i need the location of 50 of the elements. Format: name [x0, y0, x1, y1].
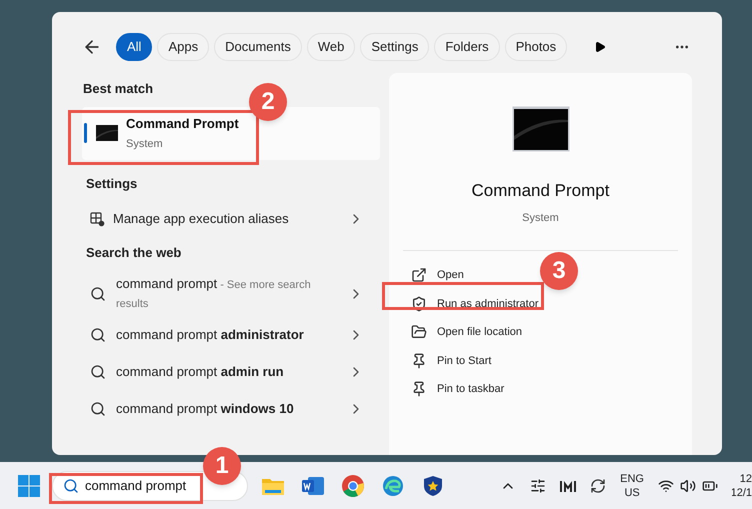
- browser-icon[interactable]: [342, 474, 364, 496]
- open-external-icon: [411, 267, 427, 284]
- action-item[interactable]: Open: [411, 261, 464, 290]
- app-settings-icon: [90, 212, 105, 226]
- section-heading: Search the web: [86, 244, 182, 262]
- folder-icon: [411, 324, 427, 340]
- wifi-icon[interactable]: [658, 478, 674, 494]
- result-subtitle: System: [126, 136, 164, 152]
- shield-icon: [411, 296, 427, 312]
- filter-tab[interactable]: Folders: [434, 33, 500, 61]
- action-item[interactable]: Pin to taskbar: [411, 375, 504, 404]
- play-icon[interactable]: [594, 41, 606, 53]
- search-icon: [63, 478, 79, 494]
- app-title: Command Prompt: [472, 180, 610, 202]
- filter-tab[interactable]: All: [116, 33, 152, 61]
- action-item[interactable]: Open file location: [411, 318, 522, 346]
- action-item[interactable]: Run as administrator: [411, 290, 538, 318]
- filter-tab[interactable]: Web: [306, 33, 356, 61]
- terminal-icon: [96, 125, 118, 141]
- selection-indicator: [84, 122, 87, 142]
- language-indicator[interactable]: ENG US: [620, 472, 644, 500]
- search-icon: [90, 327, 106, 343]
- web-search-item[interactable]: command prompt - See more search results: [82, 270, 380, 316]
- app-subtitle: System: [522, 210, 559, 226]
- search-icon: [90, 286, 106, 302]
- windows-logo-icon[interactable]: [18, 474, 40, 496]
- action-item[interactable]: Pin to Start: [411, 346, 492, 375]
- result-title: Command Prompt: [126, 115, 239, 133]
- sync-icon[interactable]: [590, 478, 606, 494]
- filter-tab[interactable]: Apps: [157, 33, 210, 61]
- settings-item[interactable]: Manage app execution aliases: [82, 201, 380, 237]
- document-app-icon[interactable]: [302, 476, 324, 496]
- filter-tab[interactable]: Documents: [214, 33, 302, 61]
- web-search-item[interactable]: command prompt windows 10: [82, 390, 380, 428]
- section-heading: Best match: [83, 80, 154, 98]
- volume-icon[interactable]: [680, 478, 696, 494]
- terminal-icon: [512, 106, 570, 152]
- web-search-item[interactable]: command prompt administrator: [82, 316, 380, 354]
- filter-tab[interactable]: Photos: [504, 33, 568, 61]
- search-icon: [90, 401, 106, 417]
- shield-star-icon[interactable]: [422, 474, 444, 496]
- filter-tab[interactable]: Settings: [360, 33, 430, 61]
- wave-browser-icon[interactable]: [382, 474, 404, 496]
- pin-icon: [411, 352, 427, 369]
- chart-bars-icon[interactable]: [560, 478, 576, 492]
- section-heading: Settings: [86, 174, 138, 193]
- sliders-icon[interactable]: [530, 478, 546, 494]
- search-icon: [90, 364, 106, 380]
- pin-icon: [411, 381, 427, 398]
- web-search-item[interactable]: command prompt admin run: [82, 354, 380, 390]
